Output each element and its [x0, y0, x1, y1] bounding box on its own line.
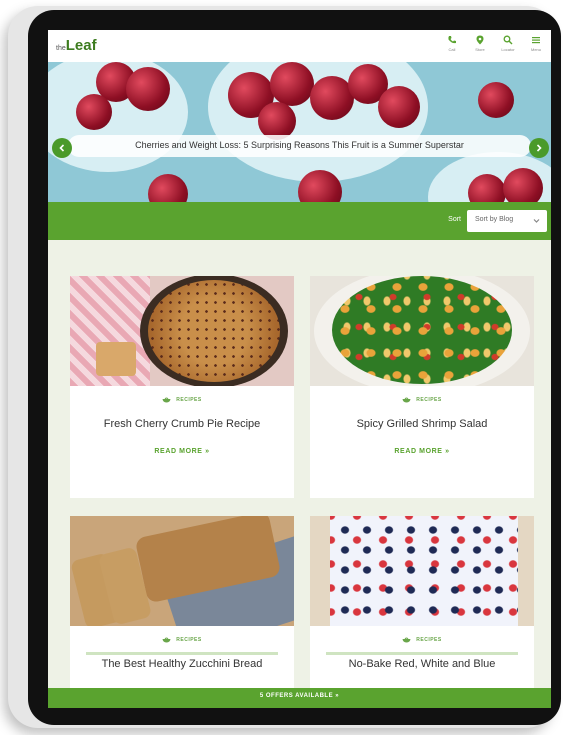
menu-icon [532, 37, 540, 44]
bowl-icon [402, 637, 411, 643]
card-category: RECIPES [70, 637, 294, 643]
hero-caption[interactable]: Cherries and Weight Loss: 5 Surprising R… [68, 135, 531, 157]
nav-call-label: Call [448, 47, 456, 52]
salad-greens [332, 276, 512, 384]
nav-menu-label: Menu [530, 47, 541, 52]
nav-locator[interactable]: Locator [497, 35, 519, 52]
blog-card[interactable]: RECIPES The Best Healthy Zucchini Bread [70, 516, 294, 688]
sort-label: Sort [448, 216, 461, 223]
hero-cherry [270, 62, 314, 106]
card-image-no-bake-dessert[interactable] [310, 516, 534, 626]
carousel-next-button[interactable] [529, 138, 549, 158]
card-category-label: RECIPES [176, 637, 202, 643]
card-divider [86, 652, 278, 655]
card-category: RECIPES [310, 397, 534, 403]
hero-cherry [378, 86, 420, 128]
nav-store[interactable]: Store [469, 35, 491, 52]
card-image-shrimp-salad[interactable] [310, 276, 534, 386]
hero-cherry [148, 174, 188, 202]
hero-cherry [478, 82, 514, 118]
card-category: RECIPES [70, 397, 294, 403]
card-category-label: RECIPES [176, 397, 202, 403]
site-logo[interactable]: theLeaf [56, 37, 97, 54]
chevron-down-icon [533, 219, 540, 223]
card-title[interactable]: Spicy Grilled Shrimp Salad [316, 418, 528, 430]
nav-menu[interactable]: Menu [525, 35, 547, 52]
cookies [96, 342, 136, 376]
read-more-link[interactable]: READ MORE » [310, 448, 534, 455]
sort-selected-value: Sort by Blog [475, 216, 514, 223]
tablet-screen: theLeaf Call Store Locator Menu Cherries… [48, 30, 551, 708]
offers-bar[interactable]: 5 OFFERS AVAILABLE » [48, 688, 551, 708]
bowl-icon [402, 397, 411, 403]
hero-cherry [126, 67, 170, 111]
card-category-label: RECIPES [416, 637, 442, 643]
header-nav: Call Store Locator Menu [441, 35, 547, 52]
location-icon [476, 35, 484, 45]
site-header: theLeaf Call Store Locator Menu [48, 30, 551, 63]
hero-cherry [76, 94, 112, 130]
blog-card[interactable]: RECIPES Spicy Grilled Shrimp Salad READ … [310, 276, 534, 498]
sort-select[interactable]: Sort by Blog [467, 210, 547, 232]
nav-call[interactable]: Call [441, 35, 463, 52]
card-category: RECIPES [310, 637, 534, 643]
offers-bar-label: 5 OFFERS AVAILABLE » [259, 693, 340, 699]
hero-cherry [503, 168, 543, 202]
card-divider [326, 652, 518, 655]
chevron-right-icon [536, 144, 542, 152]
read-more-link[interactable]: READ MORE » [70, 448, 294, 455]
nav-locator-label: Locator [501, 47, 515, 52]
blog-card[interactable]: RECIPES Fresh Cherry Crumb Pie Recipe RE… [70, 276, 294, 498]
carousel-prev-button[interactable] [52, 138, 72, 158]
card-title[interactable]: No-Bake Red, White and Blue [316, 658, 528, 670]
card-title[interactable]: Fresh Cherry Crumb Pie Recipe [76, 418, 288, 430]
search-icon [503, 35, 513, 45]
hero-caption-text: Cherries and Weight Loss: 5 Surprising R… [135, 140, 464, 150]
filter-bar: Sort Sort by Blog [48, 202, 551, 240]
card-image-zucchini-bread[interactable] [70, 516, 294, 626]
bowl-icon [162, 637, 171, 643]
nav-store-label: Store [475, 47, 485, 52]
bowl-icon [162, 397, 171, 403]
phone-icon [448, 36, 456, 44]
hero-carousel: Cherries and Weight Loss: 5 Surprising R… [48, 62, 551, 202]
card-title[interactable]: The Best Healthy Zucchini Bread [76, 658, 288, 670]
logo-prefix: the [56, 45, 66, 52]
blog-card[interactable]: RECIPES No-Bake Red, White and Blue [310, 516, 534, 688]
dessert-bars [330, 516, 518, 626]
logo-text: Leaf [65, 37, 97, 54]
card-image-cherry-pie[interactable] [70, 276, 294, 386]
card-category-label: RECIPES [416, 397, 442, 403]
pie-crumb [148, 280, 280, 382]
chevron-left-icon [59, 144, 65, 152]
